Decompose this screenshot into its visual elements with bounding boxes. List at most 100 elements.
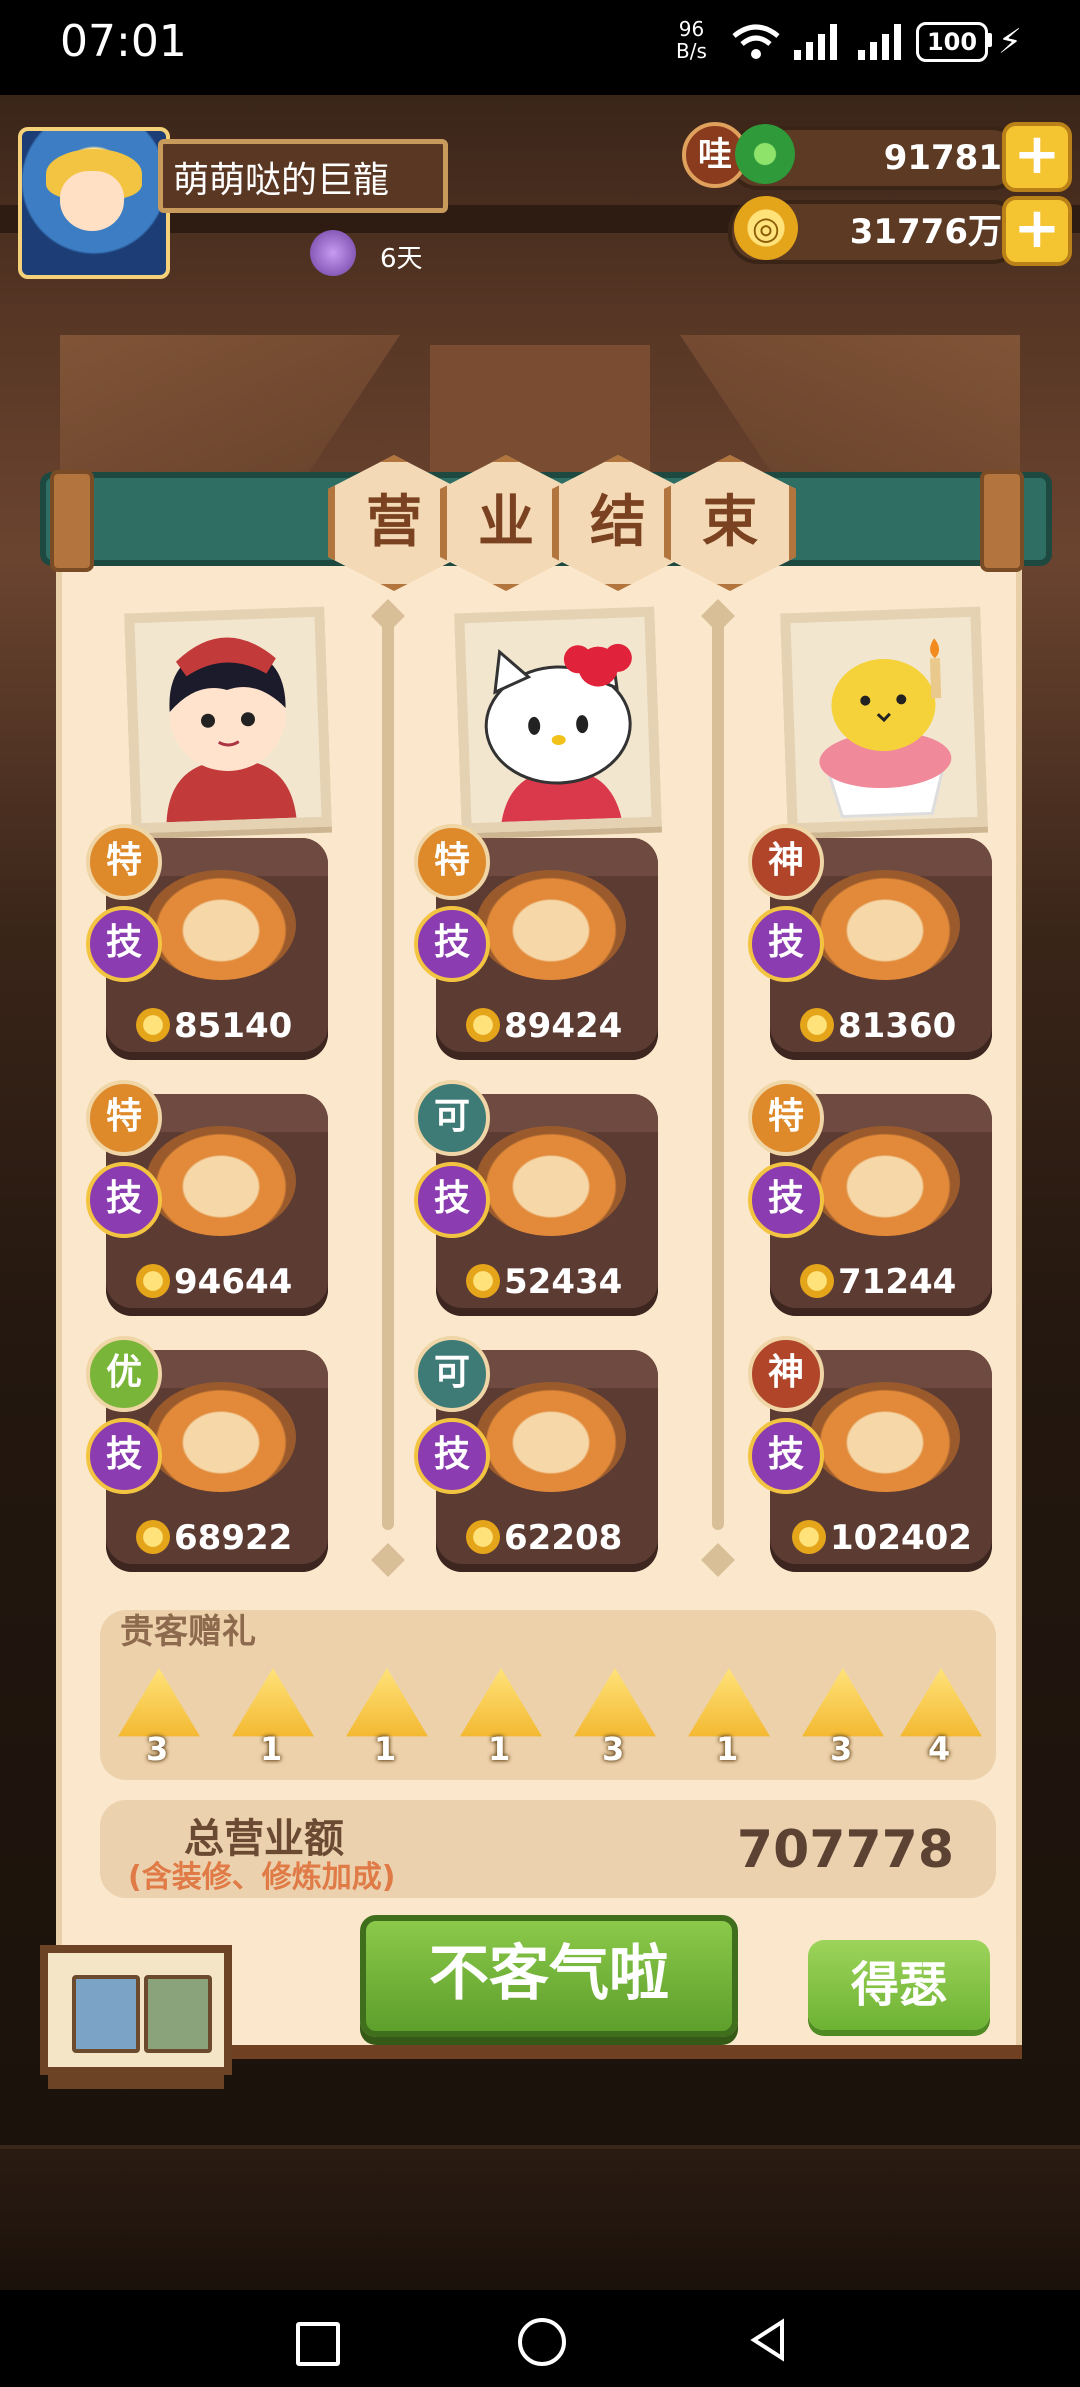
- column-divider-1: [382, 610, 394, 1530]
- dish-image: [146, 1126, 296, 1236]
- floor: [0, 2145, 1080, 2279]
- dish-image: [146, 870, 296, 980]
- dish-price: 81360: [800, 1006, 956, 1046]
- dish-price: 68922: [136, 1518, 292, 1558]
- coin-icon: [466, 1264, 500, 1298]
- grade-badge: 神: [748, 824, 824, 900]
- gift-item[interactable]: 1: [688, 1668, 774, 1768]
- status-time: 07:01: [60, 16, 187, 67]
- gift-count: 4: [928, 1730, 951, 1768]
- add-coin-button[interactable]: +: [1002, 196, 1072, 266]
- player-avatar[interactable]: [18, 127, 170, 279]
- total-revenue-panel: 总营业额 (含装修、修炼加成) 707778: [100, 1800, 996, 1898]
- gift-count: 3: [830, 1730, 853, 1768]
- skill-badge: 技: [748, 1162, 824, 1238]
- gift-count: 1: [260, 1730, 283, 1768]
- days-count: 6天: [380, 244, 423, 274]
- skill-badge: 技: [748, 1418, 824, 1494]
- dish-price-value: 94644: [174, 1262, 293, 1302]
- wifi-icon: [732, 24, 780, 59]
- dish-price: 52434: [466, 1262, 622, 1302]
- jade-icon: [735, 124, 795, 184]
- grade-badge: 可: [414, 1336, 490, 1412]
- dish-image: [810, 870, 960, 980]
- dish-image: [146, 1382, 296, 1492]
- dish-image: [810, 1126, 960, 1236]
- dish-image: [476, 870, 626, 980]
- gift-count: 1: [374, 1730, 397, 1768]
- grade-badge: 可: [414, 1080, 490, 1156]
- dish-price-value: 62208: [504, 1518, 623, 1558]
- player-name: 萌萌哒的巨龍: [158, 139, 448, 213]
- gift-item[interactable]: 1: [232, 1668, 318, 1768]
- dish-price: 85140: [136, 1006, 292, 1046]
- dish-price-value: 52434: [504, 1262, 623, 1302]
- signal-icon: [794, 24, 837, 60]
- system-nav-bar: [0, 2290, 1080, 2387]
- cupcake-chick-icon: [790, 616, 978, 824]
- show-off-button[interactable]: 得瑟: [808, 1940, 990, 2030]
- dish-price: 102402: [792, 1518, 972, 1558]
- gift-item[interactable]: 3: [802, 1668, 888, 1768]
- coin-icon: [136, 1008, 170, 1042]
- dish-price: 89424: [466, 1006, 622, 1046]
- coin-icon: [800, 1008, 834, 1042]
- gift-item[interactable]: 1: [460, 1668, 546, 1768]
- back-button[interactable]: [748, 2318, 788, 2362]
- dish-price-value: 81360: [838, 1006, 957, 1046]
- grade-badge: 特: [86, 824, 162, 900]
- banner-cap-left: [50, 470, 94, 572]
- avatar-face: [60, 171, 124, 231]
- net-speed-value: 96: [678, 17, 705, 41]
- add-jade-button[interactable]: +: [1002, 122, 1072, 192]
- gift-item[interactable]: 3: [574, 1668, 660, 1768]
- grade-badge: 特: [86, 1080, 162, 1156]
- signal-icon-2: [858, 24, 901, 60]
- dish-price-value: 71244: [838, 1262, 957, 1302]
- skill-badge: 技: [86, 1162, 162, 1238]
- guest-portrait-hello-kitty[interactable]: [454, 606, 662, 834]
- charging-icon: ⚡: [998, 22, 1022, 62]
- guest-portrait-cupcake-chick[interactable]: [780, 606, 988, 834]
- dish-price-value: 89424: [504, 1006, 623, 1046]
- gift-item[interactable]: 1: [346, 1668, 432, 1768]
- total-revenue-note: (含装修、修炼加成): [128, 1860, 396, 1895]
- stamp-icon: [72, 1975, 140, 2053]
- dish-price: 94644: [136, 1262, 292, 1302]
- net-speed-unit: B/s: [676, 39, 707, 63]
- column-divider-2: [712, 610, 724, 1530]
- dish-price-value: 102402: [830, 1518, 972, 1558]
- coin-icon: [136, 1520, 170, 1554]
- dish-image: [476, 1126, 626, 1236]
- dish-price-value: 68922: [174, 1518, 293, 1558]
- grade-badge: 特: [414, 824, 490, 900]
- stamp-stand[interactable]: [40, 1945, 232, 2075]
- dish-price: 62208: [466, 1518, 622, 1558]
- coin-icon: [136, 1264, 170, 1298]
- skill-badge: 技: [414, 1162, 490, 1238]
- hello-kitty-icon: [464, 616, 652, 824]
- battery-cap: [987, 33, 992, 47]
- chef-boy-icon: [134, 616, 322, 824]
- skill-badge: 技: [748, 906, 824, 982]
- skill-badge: 技: [86, 906, 162, 982]
- confirm-button[interactable]: 不客气啦: [360, 1915, 738, 2037]
- gift-count: 3: [602, 1730, 625, 1768]
- dish-image: [476, 1382, 626, 1492]
- coin-icon: [466, 1008, 500, 1042]
- recent-apps-button[interactable]: [296, 2322, 340, 2366]
- guest-portrait-chef-boy[interactable]: [124, 606, 332, 834]
- grade-badge: 特: [748, 1080, 824, 1156]
- gift-item[interactable]: 4: [900, 1668, 986, 1768]
- guest-gifts-panel: 贵客赠礼 3 1 1 1 3 1 3 4: [100, 1610, 996, 1780]
- coin-icon: [800, 1264, 834, 1298]
- days-icon: [310, 230, 356, 276]
- coin-icon: [466, 1520, 500, 1554]
- battery-icon: 100: [916, 22, 988, 62]
- dish-price: 71244: [800, 1262, 956, 1302]
- home-button[interactable]: [518, 2318, 566, 2366]
- grade-badge: 神: [748, 1336, 824, 1412]
- gift-item[interactable]: 3: [118, 1668, 204, 1768]
- stamp-stand-base: [48, 2075, 224, 2089]
- skill-badge: 技: [414, 1418, 490, 1494]
